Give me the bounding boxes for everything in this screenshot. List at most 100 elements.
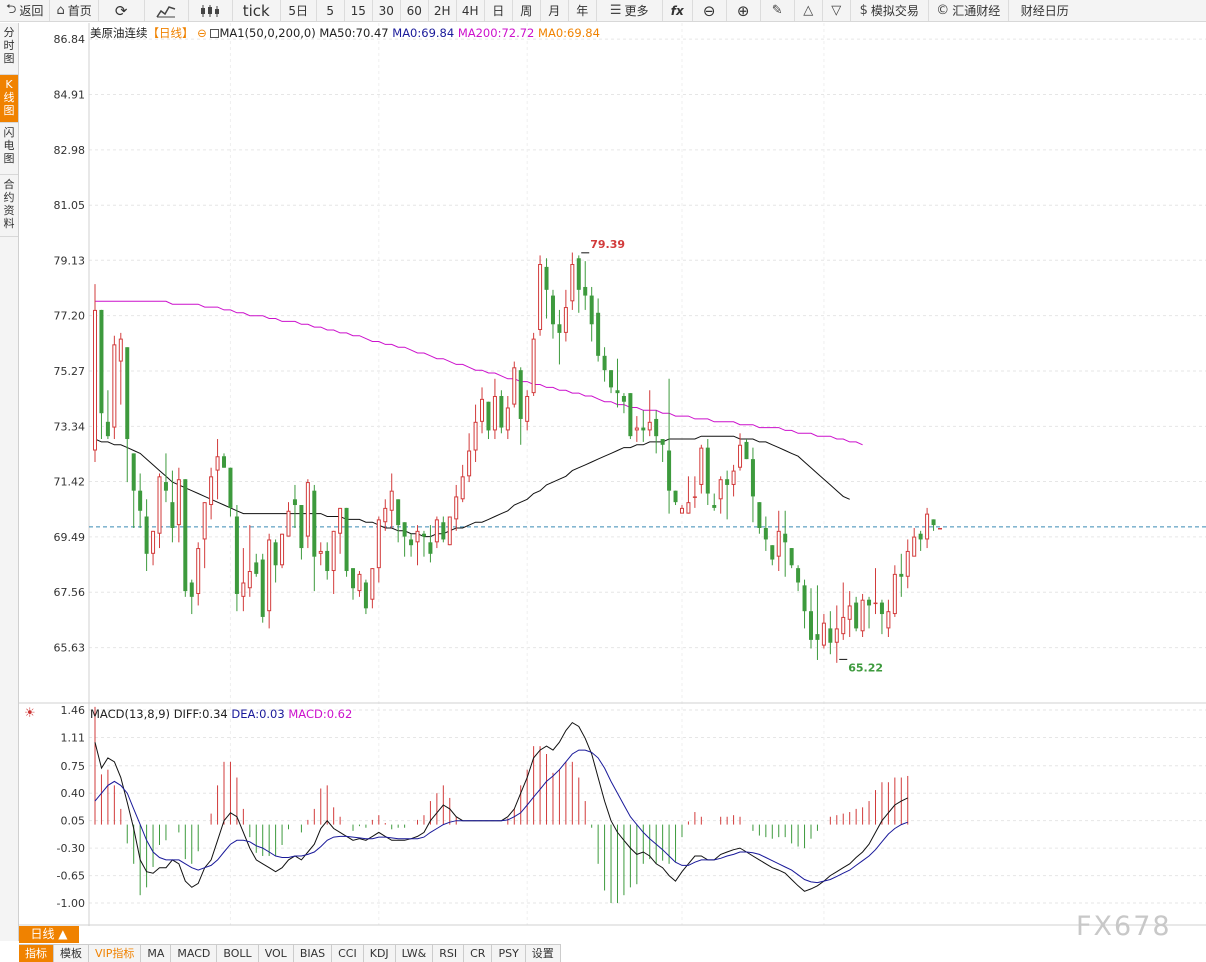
formula-icon: fx: [670, 3, 684, 18]
period-15m[interactable]: 15: [345, 0, 373, 21]
candle-body: [163, 482, 168, 491]
tab-psy[interactable]: PSY: [492, 945, 526, 962]
macd-settings-icon[interactable]: ☀: [24, 706, 36, 721]
period-2h[interactable]: 2H: [429, 0, 457, 21]
home-label: 首页: [67, 4, 92, 18]
tab-cr[interactable]: CR: [464, 945, 493, 962]
macd-tick-label: 1.46: [61, 704, 86, 717]
candle-body: [796, 568, 801, 583]
period-30m[interactable]: 30: [373, 0, 401, 21]
price-tick-label: 73.34: [54, 420, 86, 433]
candle-body: [938, 527, 942, 530]
dollar-icon: $: [859, 3, 868, 18]
candle-body: [351, 568, 356, 589]
sidebar-item-kline[interactable]: K线图: [0, 75, 18, 123]
tab-ma[interactable]: MA: [141, 945, 172, 962]
ma50-line: [94, 435, 850, 538]
period-month[interactable]: 月: [541, 0, 569, 21]
period-5m[interactable]: 5: [317, 0, 345, 21]
brand-button[interactable]: © 汇通财经: [929, 0, 1009, 21]
tab-vip[interactable]: VIP指标: [89, 945, 142, 962]
sidebar-item-flash[interactable]: 闪电图: [0, 123, 18, 175]
candle-body: [583, 286, 588, 296]
period-60m[interactable]: 60: [401, 0, 429, 21]
candle-body: [396, 499, 401, 526]
tab-boll[interactable]: BOLL: [217, 945, 259, 962]
candle-body: [370, 568, 375, 600]
candle-body: [757, 502, 762, 528]
sidebar-item-contract[interactable]: 合约资料: [0, 175, 18, 237]
candle-body: [441, 522, 446, 540]
candle-body: [157, 476, 162, 534]
kline-chart[interactable]: 86.84 84.91 82.98 81.05 79.13 77.20 75.27 73.34…: [19, 23, 1206, 926]
candle-body: [815, 634, 820, 640]
sidebar: 分时图 K线图 闪电图 合约资料: [0, 23, 19, 941]
chart-type-button[interactable]: [145, 0, 189, 21]
tab-vol[interactable]: VOL: [259, 945, 294, 962]
ma50-value: MA50:70.47: [319, 26, 389, 40]
candle-style-button[interactable]: [189, 0, 233, 21]
candle-body: [531, 338, 536, 394]
candle-body: [808, 611, 813, 640]
shape-down-button[interactable]: ▽: [823, 0, 851, 21]
candle-body: [686, 502, 691, 514]
more-button[interactable]: ☰ 更多: [597, 0, 663, 21]
tab-macd[interactable]: MACD: [171, 945, 218, 962]
candle-body: [125, 347, 130, 440]
home-button[interactable]: ⌂ 首页: [50, 0, 99, 21]
candle-body: [660, 439, 665, 445]
candle-body: [550, 295, 555, 325]
candle-body: [725, 479, 730, 485]
period-tag: 【日线】: [147, 26, 194, 40]
tab-lw[interactable]: LW&: [396, 945, 434, 962]
sim-trade-button[interactable]: $ 模拟交易: [851, 0, 929, 21]
legend-settings-icon[interactable]: ⊖: [197, 26, 207, 40]
period-day[interactable]: 日: [485, 0, 513, 21]
formula-button[interactable]: fx: [663, 0, 693, 21]
candle-body: [692, 496, 697, 498]
period-5d[interactable]: 5日: [281, 0, 317, 21]
candle-body: [854, 602, 859, 629]
candle-body: [99, 309, 104, 414]
back-button[interactable]: ⮌ 返回: [0, 0, 51, 21]
tab-indicator[interactable]: 指标: [19, 945, 54, 962]
period-4h[interactable]: 4H: [457, 0, 485, 21]
period-week[interactable]: 周: [513, 0, 541, 21]
draw-button[interactable]: ✎: [761, 0, 795, 21]
candle-body: [518, 370, 523, 419]
candle-body: [847, 605, 852, 620]
candle-body: [912, 536, 917, 557]
price-tick-label: 84.91: [54, 88, 86, 101]
candle-body: [389, 490, 394, 511]
tab-kdj[interactable]: KDJ: [364, 945, 396, 962]
candle-body: [867, 599, 872, 606]
tick-button[interactable]: tick: [233, 0, 281, 21]
tab-settings[interactable]: 设置: [526, 945, 561, 962]
sidebar-item-timeshare[interactable]: 分时图: [0, 23, 18, 75]
tab-template[interactable]: 模板: [54, 945, 89, 962]
calendar-button[interactable]: 财经日历: [1009, 0, 1081, 21]
macd-tick-label: 1.11: [61, 732, 86, 745]
period-selector[interactable]: 日线 ▲: [19, 926, 79, 943]
tab-cci[interactable]: CCI: [332, 945, 364, 962]
zoom-in-button[interactable]: ⊕: [727, 0, 761, 21]
candle-body: [783, 533, 788, 543]
shape-up-button[interactable]: △: [795, 0, 823, 21]
ma0-second-value: MA0:69.84: [538, 26, 600, 40]
candle-body: [750, 459, 755, 497]
candle-body: [112, 344, 117, 428]
period-year[interactable]: 年: [569, 0, 597, 21]
price-tick-label: 79.13: [54, 254, 86, 267]
tab-bias[interactable]: BIAS: [294, 945, 333, 962]
price-tick-label: 82.98: [54, 144, 86, 157]
candle-body: [467, 450, 472, 477]
candle-body: [460, 476, 465, 500]
zoom-out-button[interactable]: ⊖: [693, 0, 727, 21]
candle-body: [673, 490, 678, 503]
candle-body: [318, 550, 323, 554]
candle-body: [744, 441, 749, 460]
candle-body: [738, 444, 743, 468]
tab-rsi[interactable]: RSI: [433, 945, 465, 962]
refresh-button[interactable]: ⟳: [99, 0, 145, 21]
candle-body: [138, 490, 143, 511]
